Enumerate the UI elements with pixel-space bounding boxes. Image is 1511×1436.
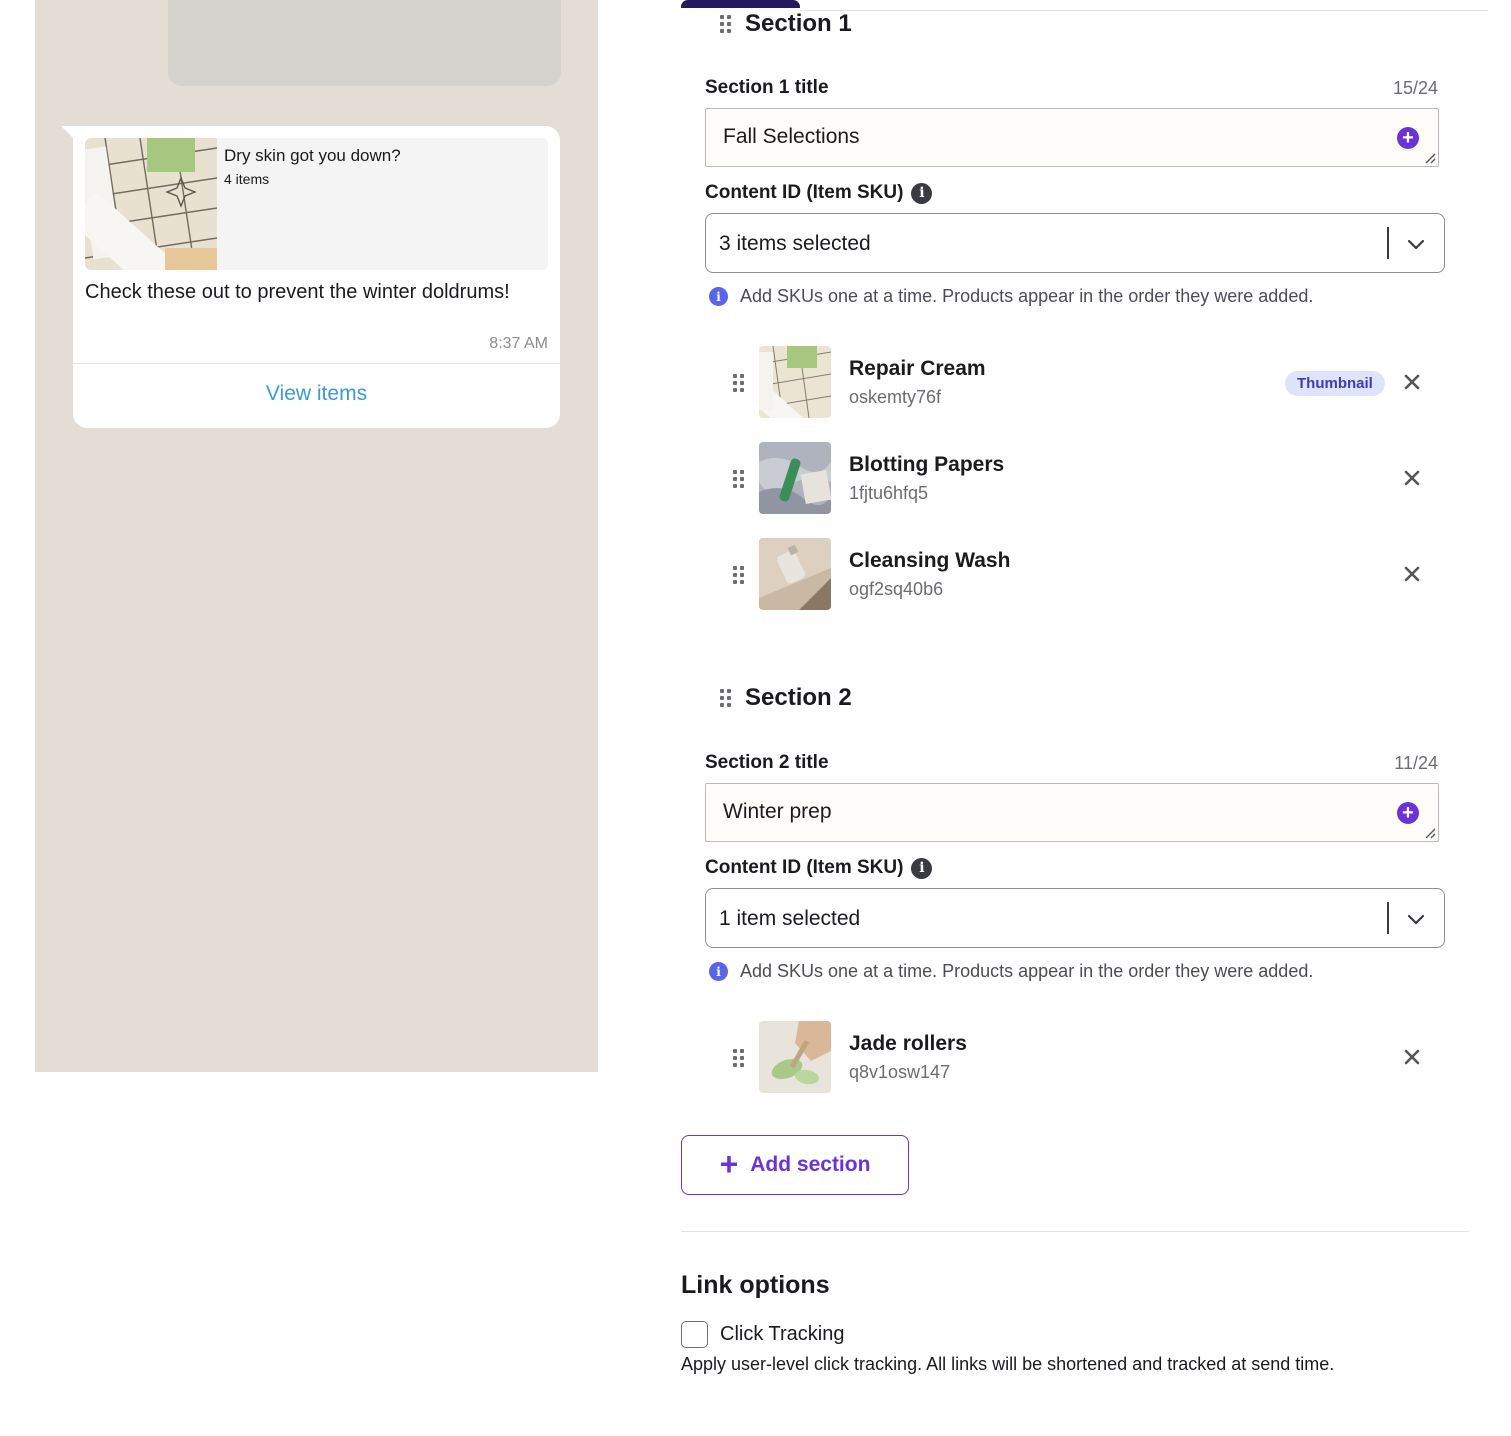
top-divider (800, 10, 1488, 11)
close-icon[interactable] (1401, 467, 1423, 489)
section-1-sku-hint: i Add SKUs one at a time. Products appea… (709, 286, 1313, 307)
content-id-label-text: Content ID (Item SKU) (705, 857, 904, 878)
section-2-sku-select[interactable]: 1 item selected (705, 888, 1445, 948)
message-divider (73, 363, 560, 364)
resize-handle-icon[interactable] (1424, 827, 1436, 839)
close-icon[interactable] (1401, 1046, 1423, 1068)
section-2-title-label: Section 2 title (705, 752, 829, 774)
product-sku: 1fjtu6hfq5 (849, 483, 929, 503)
info-icon[interactable]: i (911, 182, 933, 204)
sku-item-row[interactable]: Repair Cream oskemty76f Thumbnail (733, 346, 1433, 418)
click-tracking-label[interactable]: Click Tracking (720, 1323, 844, 1346)
product-sku: ogf2sq40b6 (849, 579, 944, 599)
section-1-title-input[interactable]: Fall Selections + (705, 108, 1439, 167)
catalog-message-bubble: Dry skin got you down? 4 items Check the… (61, 126, 560, 428)
info-icon: i (709, 287, 728, 306)
click-tracking-checkbox[interactable] (681, 1321, 708, 1348)
link-options-heading: Link options (681, 1271, 830, 1299)
section-1-header: Section 1 (720, 10, 852, 38)
product-name: Repair Cream (849, 357, 986, 380)
click-tracking-help-text: Apply user-level click tracking. All lin… (681, 1354, 1335, 1374)
section-2-select-value: 1 item selected (719, 907, 861, 930)
drag-handle-icon[interactable] (733, 470, 744, 488)
section-1-content-id-label: Content ID (Item SKU) i (705, 182, 933, 204)
section-1-select-value: 3 items selected (719, 232, 871, 255)
drag-handle-icon[interactable] (720, 689, 731, 707)
section-2-title-char-count: 11/24 (1394, 753, 1438, 773)
info-icon[interactable]: i (911, 857, 933, 879)
catalog-title: Dry skin got you down? (224, 146, 401, 165)
sku-item-row[interactable]: Jade rollers q8v1osw147 (733, 1021, 1433, 1093)
plus-icon: + (719, 1145, 739, 1182)
thumbnail-badge: Thumbnail (1285, 371, 1385, 396)
view-items-button[interactable]: View items (73, 382, 560, 406)
section-2-sku-hint: i Add SKUs one at a time. Products appea… (709, 961, 1313, 982)
message-preview: Dry skin got you down? 4 items Check the… (35, 0, 598, 1072)
catalog-thumbnail-image (85, 138, 217, 270)
add-section-button[interactable]: + Add section (681, 1135, 909, 1195)
sku-item-row[interactable]: Cleansing Wash ogf2sq40b6 (733, 538, 1433, 610)
product-name: Blotting Papers (849, 453, 1005, 476)
section-2-content-id-label: Content ID (Item SKU) i (705, 857, 933, 879)
drag-handle-icon[interactable] (733, 1049, 744, 1067)
product-name: Jade rollers (849, 1032, 967, 1055)
select-separator (1387, 227, 1389, 259)
content-id-label-text: Content ID (Item SKU) (705, 182, 904, 203)
drag-handle-icon[interactable] (733, 566, 744, 584)
resize-handle-icon[interactable] (1424, 152, 1436, 164)
section-2-title-value: Winter prep (723, 800, 832, 823)
previous-message-bubble (168, 0, 561, 86)
info-icon: i (709, 962, 728, 981)
drag-handle-icon[interactable] (720, 15, 731, 33)
section-1-title-label: Section 1 title (705, 77, 829, 99)
product-sku: q8v1osw147 (849, 1062, 951, 1082)
message-body-text: Check these out to prevent the winter do… (85, 281, 510, 303)
section-title-label-text: Section 2 title (705, 752, 829, 773)
active-tab-indicator (681, 0, 800, 8)
add-circle-icon[interactable]: + (1397, 802, 1419, 824)
section-1-title-value: Fall Selections (723, 125, 860, 148)
page: Dry skin got you down? 4 items Check the… (0, 0, 1511, 1436)
section-1-heading: Section 1 (745, 10, 852, 37)
section-2-heading: Section 2 (745, 684, 852, 711)
add-circle-icon[interactable]: + (1397, 127, 1419, 149)
catalog-item-count: 4 items (224, 171, 270, 187)
bubble-tail (61, 126, 75, 140)
close-icon[interactable] (1401, 563, 1423, 585)
product-thumbnail-image (759, 1021, 831, 1093)
product-thumbnail-image (759, 346, 831, 418)
catalog-card[interactable]: Dry skin got you down? 4 items (85, 138, 548, 270)
sku-item-row[interactable]: Blotting Papers 1fjtu6hfq5 (733, 442, 1433, 514)
product-name: Cleansing Wash (849, 549, 1011, 572)
section-2-title-input[interactable]: Winter prep + (705, 783, 1439, 842)
section-2-header: Section 2 (720, 684, 852, 712)
product-sku: oskemty76f (849, 387, 942, 407)
section-title-label-text: Section 1 title (705, 77, 829, 98)
section-1-title-char-count: 15/24 (1392, 78, 1438, 98)
select-separator (1387, 902, 1389, 934)
drag-handle-icon[interactable] (733, 374, 744, 392)
close-icon[interactable] (1401, 371, 1423, 393)
chevron-down-icon[interactable] (1404, 232, 1428, 256)
section-divider (681, 1231, 1469, 1232)
product-thumbnail-image (759, 538, 831, 610)
product-thumbnail-image (759, 442, 831, 514)
sku-hint-text: Add SKUs one at a time. Products appear … (740, 286, 1314, 306)
message-timestamp: 8:37 AM (489, 335, 548, 352)
section-1-sku-select[interactable]: 3 items selected (705, 213, 1445, 273)
add-section-label: Add section (750, 1153, 871, 1176)
chevron-down-icon[interactable] (1404, 907, 1428, 931)
sku-hint-text: Add SKUs one at a time. Products appear … (740, 961, 1314, 981)
